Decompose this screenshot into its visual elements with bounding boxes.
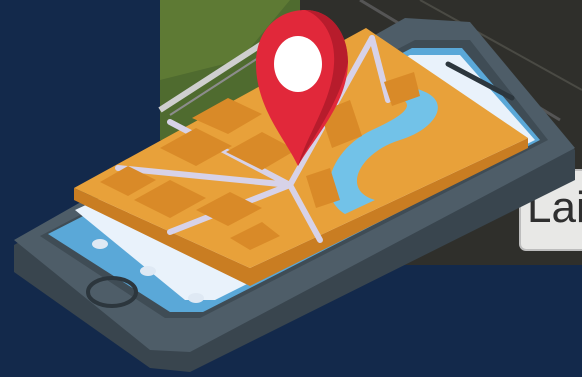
smartphone-map-illustration: Lai: [14, 0, 582, 372]
illustration-canvas: Lai: [0, 0, 582, 377]
